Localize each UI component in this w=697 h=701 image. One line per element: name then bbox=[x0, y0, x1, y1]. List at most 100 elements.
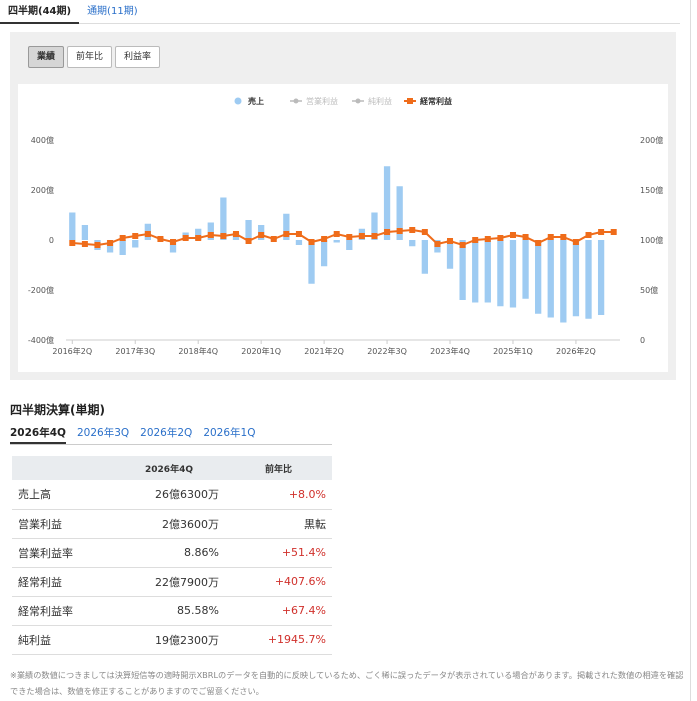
header-yoy: 前年比 bbox=[225, 456, 332, 480]
row-label: 経常利益 bbox=[12, 567, 113, 597]
sales-bar bbox=[497, 240, 504, 307]
ordinary-profit-point bbox=[195, 235, 202, 241]
x-tick-label: 2026年2Q bbox=[556, 346, 596, 356]
row-value: 19億2300万 bbox=[113, 625, 225, 655]
quarterly-heading: 四半期決算(単期) bbox=[10, 403, 105, 417]
chart-area: 400億 200億 0 -200億 -400億 200億 150億 100億 50億 0 2016年… bbox=[18, 84, 668, 372]
ordinary-profit-point bbox=[421, 229, 428, 235]
ordinary-profit-point bbox=[409, 227, 416, 233]
x-tick-label: 2025年1Q bbox=[493, 346, 533, 356]
quarter-tab-2026-1q[interactable]: 2026年1Q bbox=[203, 423, 255, 444]
ordinary-profit-point bbox=[220, 233, 227, 239]
right-axis-tick-label: 0 bbox=[640, 336, 645, 345]
ordinary-profit-point bbox=[270, 236, 277, 242]
sales-bar bbox=[522, 240, 529, 299]
left-axis-tick-label: 0 bbox=[49, 236, 54, 245]
sales-bar bbox=[333, 240, 340, 243]
ordinary-profit-point bbox=[144, 231, 151, 237]
quarterly-results-table: 2026年4Q 前年比 売上高 26億6300万 +8.0% 営業利益 2億36… bbox=[12, 456, 332, 655]
left-axis-tick-label: 200億 bbox=[31, 185, 54, 195]
ordinary-profit-point bbox=[459, 242, 466, 248]
x-tick-label: 2023年4Q bbox=[430, 346, 470, 356]
sales-bar bbox=[132, 240, 139, 248]
row-value: 8.86% bbox=[113, 538, 225, 568]
quarter-tabs: 2026年4Q 2026年3Q 2026年2Q 2026年1Q bbox=[10, 423, 332, 445]
ordinary-profit-point bbox=[107, 240, 114, 246]
chart-panel: 業績 前年比 利益率 400億 200億 0 -200億 -400億 200億 150億 10… bbox=[10, 32, 676, 380]
sales-bar bbox=[484, 240, 491, 303]
disclaimer-note: ※業績の数値につきましては決算短信等の適時開示XBRLのデータを自動的に反映して… bbox=[10, 670, 684, 696]
sales-bar bbox=[597, 240, 605, 315]
ordinary-profit-point bbox=[94, 242, 101, 248]
ordinary-profit-point bbox=[132, 233, 139, 239]
sales-bar bbox=[409, 240, 416, 247]
quarter-tab-2026-2q[interactable]: 2026年2Q bbox=[140, 423, 192, 444]
quarter-tab-2026-3q[interactable]: 2026年3Q bbox=[77, 423, 129, 444]
x-tick-label: 2018年4Q bbox=[178, 346, 218, 356]
ordinary-profit-point bbox=[509, 232, 516, 238]
ordinary-profit-point bbox=[384, 229, 391, 235]
legend-ordinary-marker-icon bbox=[407, 98, 413, 104]
right-axis-tick-label: 150億 bbox=[640, 185, 663, 195]
ordinary-profit-point bbox=[258, 232, 265, 238]
sales-bar bbox=[320, 240, 328, 267]
x-tick-label: 2022年3Q bbox=[367, 346, 407, 356]
legend-label: 経常利益 bbox=[420, 96, 452, 106]
sales-bar bbox=[308, 240, 315, 284]
period-tabs: 四半期(44期) 通期(11期) bbox=[0, 0, 680, 24]
ordinary-profit-line bbox=[72, 228, 614, 247]
ordinary-profit-point bbox=[308, 239, 315, 245]
legend-label: 売上 bbox=[248, 96, 264, 106]
table-row: 純利益 19億2300万 +1945.7% bbox=[12, 625, 332, 655]
results-button[interactable]: 業績 bbox=[28, 46, 65, 68]
sales-bar bbox=[585, 240, 592, 319]
tab-annual[interactable]: 通期(11期) bbox=[79, 0, 146, 24]
sales-bar bbox=[560, 240, 567, 323]
quarter-tab-2026-4q[interactable]: 2026年4Q bbox=[10, 423, 66, 444]
ordinary-profit-point bbox=[447, 238, 454, 244]
row-value: 2億3600万 bbox=[113, 509, 225, 539]
legend-label: 純利益 bbox=[368, 96, 392, 106]
table-header-row: 2026年4Q 前年比 bbox=[12, 456, 332, 480]
right-axis-tick-label: 100億 bbox=[640, 235, 663, 245]
header-period: 2026年4Q bbox=[113, 456, 225, 480]
ordinary-profit-point bbox=[396, 228, 403, 234]
sales-bar bbox=[346, 240, 353, 250]
sales-bar bbox=[421, 240, 428, 274]
row-yoy: +51.4% bbox=[225, 538, 332, 568]
sales-bar bbox=[535, 240, 542, 314]
yoy-button[interactable]: 前年比 bbox=[67, 46, 113, 68]
ordinary-profit-point bbox=[333, 231, 340, 237]
margin-button[interactable]: 利益率 bbox=[115, 46, 161, 68]
table-row: 売上高 26億6300万 +8.0% bbox=[12, 480, 332, 510]
ordinary-profit-point bbox=[610, 229, 617, 235]
right-axis-tick-label: 200億 bbox=[640, 135, 663, 145]
sales-bar bbox=[472, 240, 479, 303]
ordinary-profit-point bbox=[371, 233, 378, 239]
row-value: 26億6300万 bbox=[113, 480, 225, 510]
row-yoy: +67.4% bbox=[225, 596, 332, 626]
ordinary-profit-point bbox=[69, 240, 76, 246]
ordinary-profit-point bbox=[157, 236, 164, 242]
tab-quarterly[interactable]: 四半期(44期) bbox=[0, 0, 80, 24]
left-axis-tick-label: -400億 bbox=[28, 335, 54, 345]
row-label: 純利益 bbox=[12, 625, 113, 655]
legend-label: 営業利益 bbox=[306, 96, 338, 106]
row-label: 営業利益率 bbox=[12, 538, 113, 568]
right-divider bbox=[690, 0, 691, 701]
sales-bar bbox=[81, 225, 89, 240]
table-row: 営業利益率 8.86% +51.4% bbox=[12, 538, 332, 568]
earnings-chart: 400億 200億 0 -200億 -400億 200億 150億 100億 50億 0 2016年… bbox=[28, 96, 663, 356]
left-axis-tick-label: -200億 bbox=[28, 285, 54, 295]
ordinary-profit-point bbox=[346, 234, 353, 240]
sales-bar bbox=[295, 240, 303, 245]
ordinary-profit-point bbox=[547, 234, 554, 240]
ordinary-profit-point bbox=[598, 229, 605, 235]
sales-bar bbox=[245, 220, 252, 240]
left-axis-tick-label: 400億 bbox=[31, 135, 54, 145]
ordinary-profit-point bbox=[119, 235, 126, 241]
ordinary-profit-point bbox=[472, 237, 479, 243]
row-yoy: +407.6% bbox=[225, 567, 332, 597]
right-axis-tick-label: 50億 bbox=[640, 285, 658, 295]
ordinary-profit-point bbox=[295, 231, 302, 237]
